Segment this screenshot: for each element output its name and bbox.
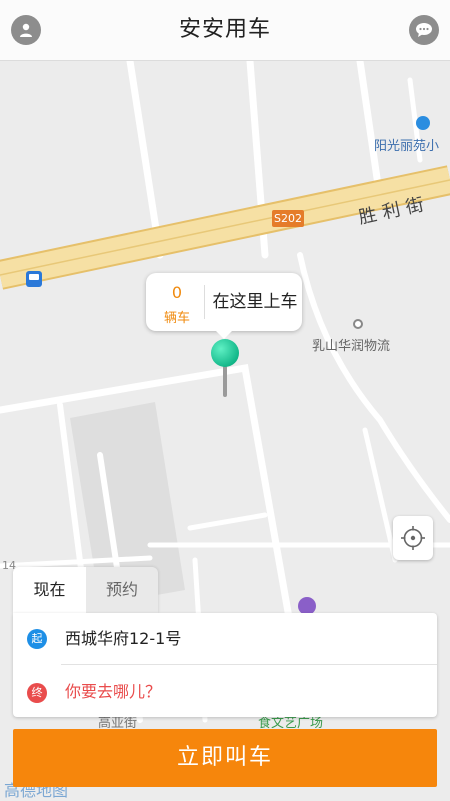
pin-head xyxy=(211,339,239,367)
location-pin-icon[interactable] xyxy=(211,339,239,399)
start-location-row[interactable]: 起 西城华府12-1号 xyxy=(13,613,437,663)
bus-stop-icon xyxy=(26,271,42,287)
poi-label-logistics: 乳山华润物流 xyxy=(312,339,391,354)
ride-time-tabs: 现在 预约 xyxy=(13,567,158,613)
call-car-button[interactable]: 立即叫车 xyxy=(13,729,437,787)
poi-label-sunshine: 阳光丽苑小 xyxy=(374,139,440,154)
pickup-callout[interactable]: 0 辆车 在这里上车 xyxy=(146,273,302,339)
pickup-here-label: 在这里上车 xyxy=(212,292,298,312)
tab-now[interactable]: 现在 xyxy=(13,567,86,613)
end-badge: 终 xyxy=(27,683,47,703)
destination-row[interactable]: 终 你要去哪儿？ xyxy=(13,667,437,717)
address-card: 起 西城华府12-1号 终 你要去哪儿？ xyxy=(13,613,437,717)
page-title: 安安用车 xyxy=(178,17,271,42)
app-header: 安安用车 xyxy=(0,0,450,61)
car-count: 0 xyxy=(171,283,183,302)
locate-button[interactable] xyxy=(393,516,433,560)
callout-divider xyxy=(204,285,205,319)
crosshair-icon xyxy=(401,526,425,550)
chat-button[interactable] xyxy=(409,15,439,45)
pin-stick xyxy=(223,365,227,397)
booking-panel: 现在 预约 起 西城华府12-1号 终 你要去哪儿？ xyxy=(13,567,437,717)
car-count-unit: 辆车 xyxy=(163,311,190,326)
poi-marker-icon xyxy=(416,116,430,130)
poi-dot-icon xyxy=(353,319,363,329)
start-location-value: 西城华府12-1号 xyxy=(65,629,182,648)
chat-icon xyxy=(416,23,432,37)
destination-input[interactable]: 你要去哪儿？ xyxy=(65,667,161,717)
tab-reserve[interactable]: 预约 xyxy=(86,567,158,613)
start-badge: 起 xyxy=(27,629,47,649)
address-divider xyxy=(61,664,437,665)
road-badge-label: S202 xyxy=(274,212,302,225)
